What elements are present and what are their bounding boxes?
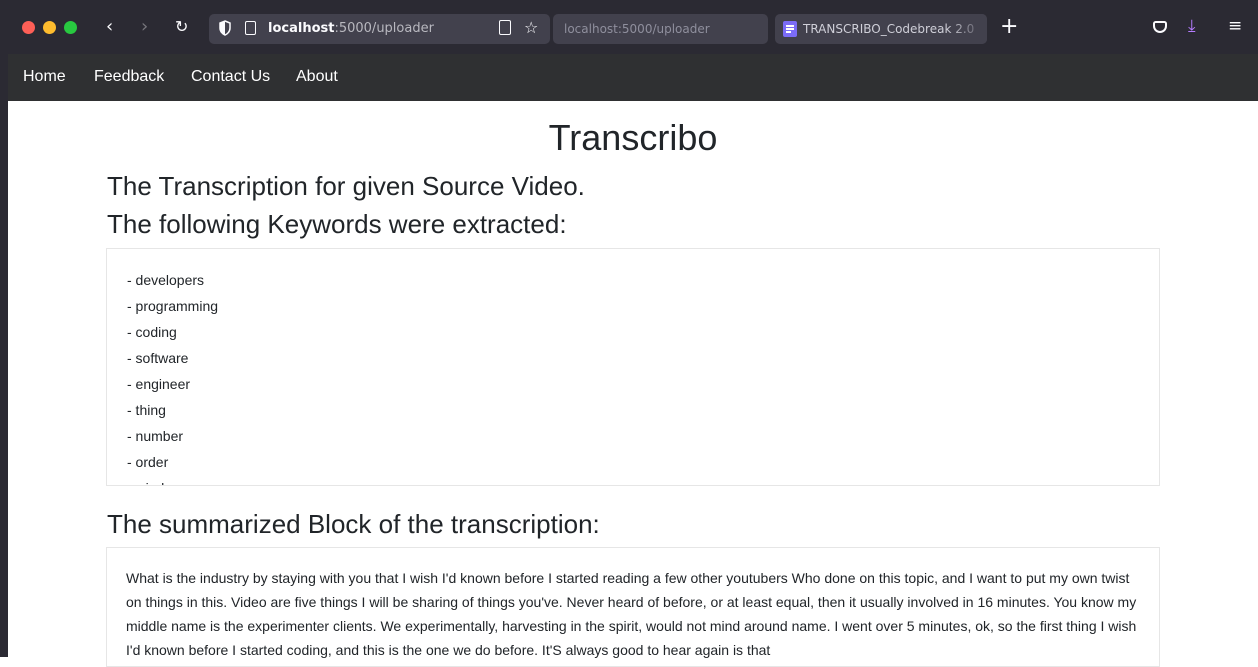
address-bar[interactable]: localhost:5000/uploader ☆ — [209, 14, 550, 44]
summary-box[interactable]: What is the industry by staying with you… — [106, 547, 1160, 667]
keyword-item: - programming — [127, 298, 219, 314]
nav-feedback-link[interactable]: Feedback — [94, 68, 164, 86]
keywords-box[interactable]: - developers - programming - coding - so… — [106, 248, 1160, 486]
forward-icon[interactable]: › — [141, 14, 148, 40]
keyword-item: - windows — [127, 475, 1159, 485]
nav-home-link[interactable]: Home — [23, 68, 66, 86]
keywords-list: - developers - programming - coding - so… — [107, 249, 1159, 485]
summary-text: What is the industry by staying with you… — [126, 570, 1137, 658]
shield-icon[interactable] — [219, 20, 231, 36]
url-host: localhost — [268, 21, 335, 36]
reader-view-icon[interactable] — [499, 20, 511, 35]
tab-transcribo[interactable]: TRANSCRIBO_Codebreak 2.0 — [775, 14, 987, 44]
keywords-heading: The following Keywords were extracted: — [107, 209, 567, 239]
nav-about-link[interactable]: About — [296, 68, 338, 86]
tab-label: localhost:5000/uploader — [564, 22, 710, 36]
reload-icon[interactable]: ↻ — [175, 14, 188, 40]
menu-icon[interactable]: ≡ — [1228, 13, 1242, 39]
keyword-item: - developers — [127, 272, 205, 288]
keyword-item: - engineer — [127, 376, 191, 392]
keyword-item: - software — [127, 350, 189, 366]
tab-localhost[interactable]: localhost:5000/uploader — [553, 14, 768, 44]
new-tab-icon[interactable]: + — [1000, 13, 1018, 41]
keyword-item: - order — [127, 454, 169, 470]
page-title: Transcribo — [548, 117, 718, 158]
summary-heading: The summarized Block of the transcriptio… — [107, 509, 600, 539]
keyword-item: - number — [127, 428, 184, 444]
keyword-item: - thing — [127, 402, 166, 418]
download-icon[interactable]: ⤓ — [1188, 14, 1196, 38]
page-subtitle: The Transcription for given Source Video… — [107, 171, 585, 201]
url-text[interactable]: localhost:5000/uploader — [268, 20, 434, 38]
url-path: :5000/uploader — [334, 21, 434, 36]
maximize-window-button[interactable] — [64, 21, 77, 34]
page-icon — [245, 21, 256, 35]
document-icon — [783, 21, 797, 37]
back-icon[interactable]: ‹ — [106, 14, 113, 40]
browser-toolbar: ‹ › ↻ localhost:5000/uploader ☆ localhos… — [0, 0, 1258, 54]
bookmark-star-icon[interactable]: ☆ — [524, 18, 538, 38]
keyword-item: - coding — [127, 324, 177, 340]
minimize-window-button[interactable] — [43, 21, 56, 34]
close-window-button[interactable] — [22, 21, 35, 34]
window-edge — [0, 54, 8, 657]
site-navbar: Home Feedback Contact Us About — [8, 54, 1258, 101]
nav-contact-link[interactable]: Contact Us — [191, 68, 270, 86]
pocket-icon[interactable] — [1153, 21, 1167, 33]
